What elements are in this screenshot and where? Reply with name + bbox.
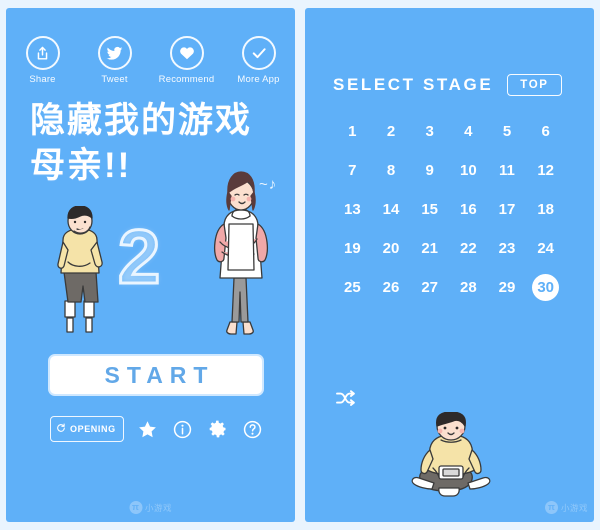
social-button-more-app[interactable]: More App [231,36,287,85]
stage-cell-23[interactable]: 23 [493,235,520,262]
twitter-bird-icon [97,36,132,70]
heart-icon [169,36,204,70]
start-button-label: START [104,361,215,388]
opening-button[interactable]: OPENING [50,416,124,442]
social-button-tweet[interactable]: Tweet [87,36,143,85]
social-label-share: Share [29,74,56,85]
music-note-icon: ~♪ [259,176,278,193]
mother-apron-illustration [202,168,280,345]
help-question-icon[interactable] [242,418,264,440]
shuffle-icon[interactable] [333,388,359,410]
game-title-line-1: 隐藏我的游戏 [30,101,253,140]
stage-cell-11[interactable]: 11 [493,157,520,184]
social-button-recommend[interactable]: Recommend [159,36,215,85]
top-button[interactable]: TOP [507,74,562,96]
stage-cell-16[interactable]: 16 [455,196,482,223]
stage-cell-8[interactable]: 8 [377,157,404,184]
stage-select-header: SELECT STAGE TOP [305,8,594,96]
watermark-left: π 小游戏 [128,501,173,514]
share-upload-icon [25,36,60,70]
watermark-text: 小游戏 [560,502,588,513]
stage-cell-7[interactable]: 7 [339,157,366,184]
gear-icon[interactable] [207,418,229,440]
stage-cell-10[interactable]: 10 [455,157,482,184]
sequel-number: 2 [116,215,161,300]
social-button-share[interactable]: Share [15,36,71,85]
watermark-logo: π [544,501,558,514]
stage-cell-18[interactable]: 18 [532,196,559,223]
stage-cell-22[interactable]: 22 [455,235,482,262]
check-circle-icon [241,36,276,70]
social-label-tweet: Tweet [101,74,128,85]
watermark-right: π 小游戏 [544,501,588,514]
star-icon[interactable] [137,418,159,440]
stage-cell-13[interactable]: 13 [339,196,366,223]
watermark-text: 小游戏 [144,502,173,513]
stage-cell-29[interactable]: 29 [493,274,520,301]
stage-cell-1[interactable]: 1 [339,118,366,145]
stage-cell-19[interactable]: 19 [339,235,366,262]
social-label-more-app: More App [237,74,280,85]
stage-cell-25[interactable]: 25 [339,274,366,301]
stage-cell-20[interactable]: 20 [377,235,404,262]
stage-cell-5[interactable]: 5 [493,118,520,145]
stage-select-panel: SELECT STAGE TOP 1 2 3 4 5 6 7 8 9 10 11… [305,8,594,522]
opening-button-label: OPENING [70,424,116,434]
stage-cell-14[interactable]: 14 [377,196,404,223]
stage-cell-24[interactable]: 24 [532,235,559,262]
stage-cell-26[interactable]: 26 [377,274,404,301]
social-label-recommend: Recommend [158,74,215,85]
info-icon[interactable] [172,418,194,440]
boy-thinking-illustration [46,205,116,343]
stage-cell-2[interactable]: 2 [377,118,404,145]
stage-cell-4[interactable]: 4 [455,118,482,145]
boy-sitting-handheld-illustration [403,411,499,509]
page-title: SELECT STAGE [333,75,494,94]
stage-cell-30[interactable]: 30 [532,274,560,301]
stage-grid: 1 2 3 4 5 6 7 8 9 10 11 12 13 14 15 16 1… [333,118,565,301]
screenshot-root: Share Tweet Recommend More App 隐藏我的游戏 母亲… [0,0,600,530]
stage-cell-9[interactable]: 9 [416,157,443,184]
stage-cell-12[interactable]: 12 [532,157,559,184]
start-button[interactable]: START [48,354,264,396]
refresh-icon [56,420,66,438]
title-screen-panel: Share Tweet Recommend More App 隐藏我的游戏 母亲… [6,8,295,522]
stage-cell-17[interactable]: 17 [493,196,520,223]
title-bottom-toolbar: OPENING [50,416,264,442]
stage-cell-6[interactable]: 6 [532,118,559,145]
social-share-row: Share Tweet Recommend More App [6,8,295,85]
stage-cell-3[interactable]: 3 [416,118,443,145]
stage-cell-28[interactable]: 28 [455,274,482,301]
stage-cell-15[interactable]: 15 [416,196,443,223]
watermark-logo: π [128,501,142,514]
stage-cell-21[interactable]: 21 [416,235,443,262]
stage-cell-27[interactable]: 27 [416,274,443,301]
